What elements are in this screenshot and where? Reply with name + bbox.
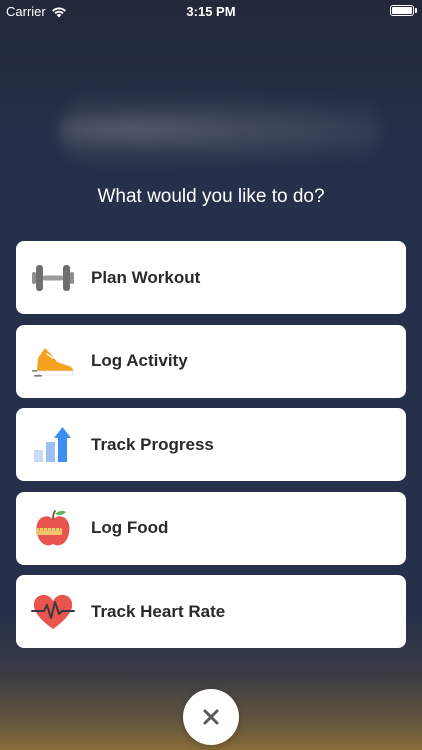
screen: Carrier 3:15 PM What would you like to d… (0, 0, 422, 750)
close-button[interactable] (183, 689, 239, 745)
menu-item-track-progress[interactable]: Track Progress (16, 408, 406, 481)
menu-item-track-heart-rate[interactable]: Track Heart Rate (16, 575, 406, 648)
dumbbell-icon (30, 255, 76, 301)
menu-item-label: Log Food (91, 518, 169, 537)
menu-item-log-food[interactable]: Log Food (16, 491, 406, 565)
menu-item-plan-workout[interactable]: Plan Workout (16, 241, 406, 314)
action-menu: Plan Workout Log Activity Track Progress… (16, 241, 406, 659)
menu-item-label: Track Heart Rate (91, 601, 226, 621)
close-icon (203, 709, 219, 725)
sneaker-icon (30, 338, 76, 384)
blurred-background (60, 95, 380, 165)
menu-item-label: Log Activity (91, 351, 188, 370)
status-time: 3:15 PM (186, 4, 236, 19)
menu-item-label: Plan Workout (91, 267, 201, 287)
menu-item-log-activity[interactable]: Log Activity (16, 324, 406, 398)
battery-icon (390, 5, 417, 16)
progress-chart-icon (30, 422, 76, 468)
heart-rate-icon (30, 589, 76, 635)
prompt-heading: What would you like to do? (97, 186, 325, 207)
menu-item-label: Track Progress (91, 434, 214, 454)
status-bar: Carrier 3:15 PM (0, 0, 422, 22)
apple-icon (30, 505, 76, 551)
